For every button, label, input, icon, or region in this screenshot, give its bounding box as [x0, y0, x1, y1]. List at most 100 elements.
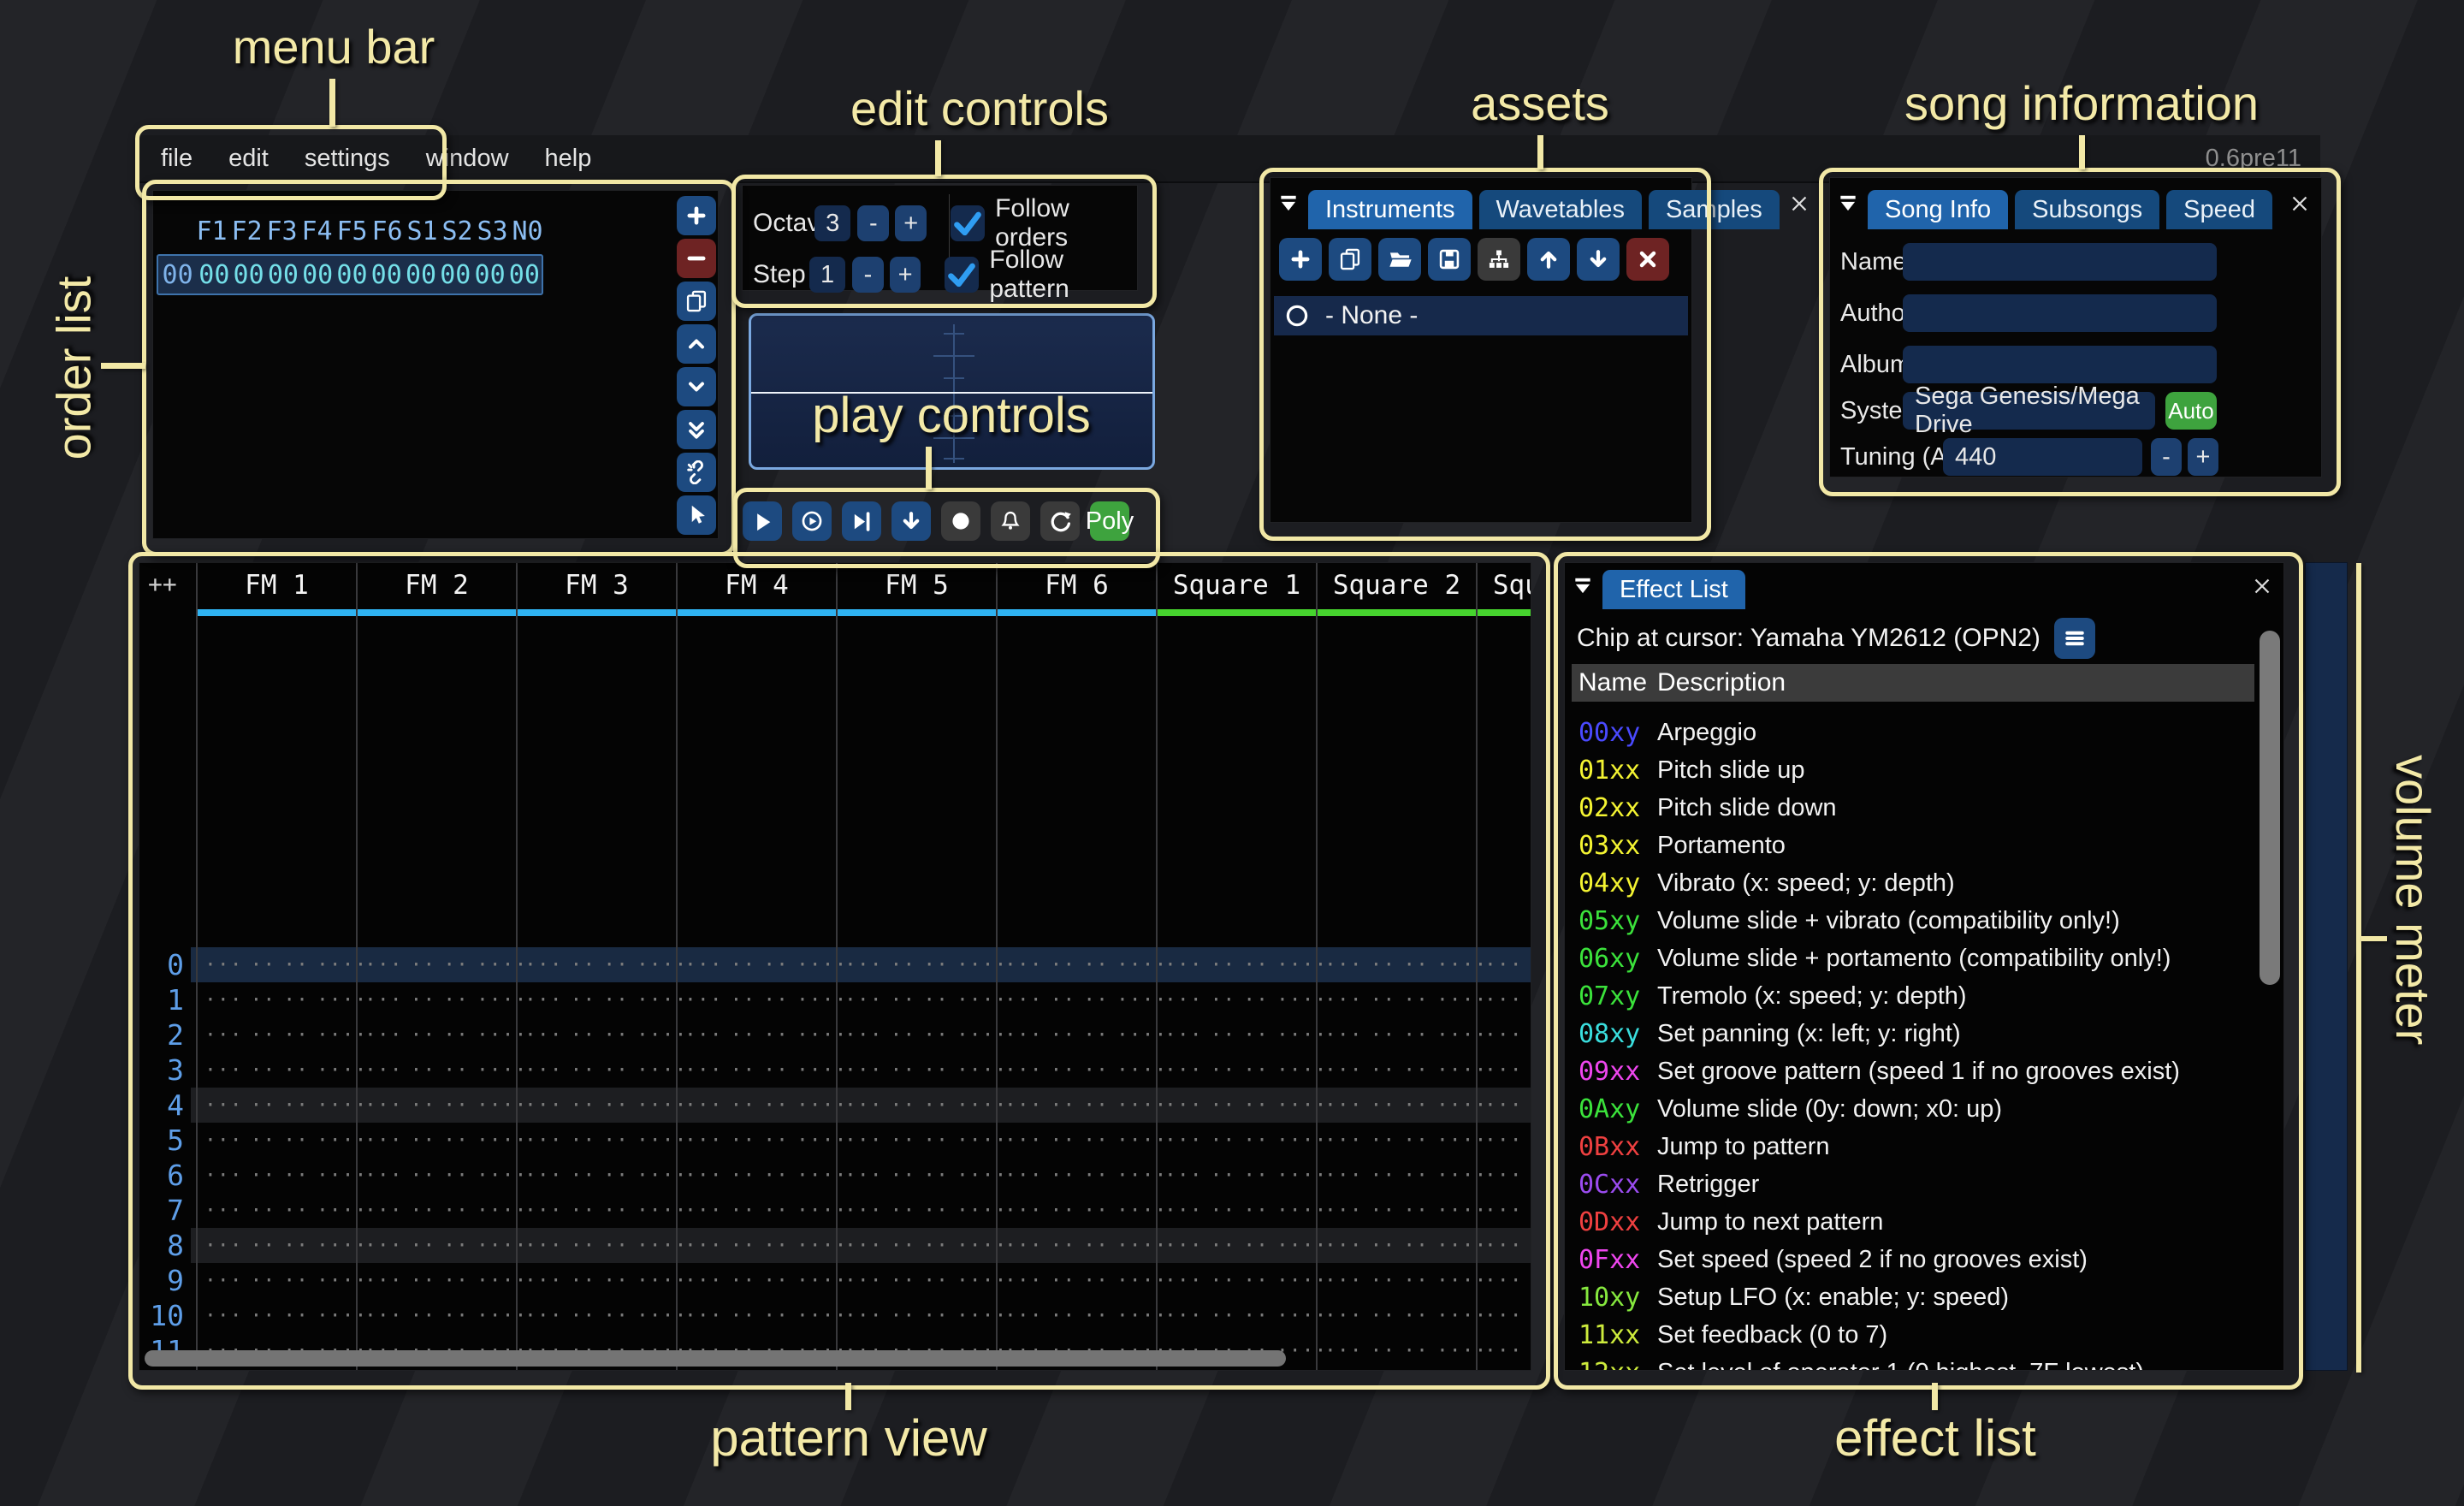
- save-asset-button[interactable]: [1428, 238, 1471, 281]
- author-input[interactable]: [1903, 294, 2217, 332]
- collapse-icon[interactable]: [1277, 193, 1300, 215]
- order-cell[interactable]: 00: [370, 260, 404, 290]
- repeat-icon: [1048, 509, 1072, 533]
- repeat-pattern-button[interactable]: [1040, 501, 1080, 541]
- name-input[interactable]: [1903, 243, 2217, 281]
- order-cell[interactable]: 00: [266, 260, 300, 290]
- order-cell[interactable]: 00: [197, 260, 231, 290]
- menu-item-edit[interactable]: edit: [228, 145, 269, 173]
- menu-item-settings[interactable]: settings: [305, 145, 390, 173]
- order-cell[interactable]: 00: [300, 260, 335, 290]
- play-circle-icon: [800, 509, 824, 533]
- xmark-icon: [1636, 247, 1660, 271]
- tab-wavetables[interactable]: Wavetables: [1479, 190, 1642, 229]
- close-icon[interactable]: [2287, 191, 2313, 216]
- open-asset-button[interactable]: [1378, 238, 1421, 281]
- step-minus-button[interactable]: -: [852, 257, 884, 293]
- pattern-options-corner[interactable]: ++: [148, 570, 177, 598]
- close-icon[interactable]: [1786, 191, 1812, 216]
- album-input[interactable]: [1903, 346, 2217, 383]
- follow-orders-checkbox[interactable]: [951, 205, 985, 241]
- delete-asset-button[interactable]: [1626, 238, 1669, 281]
- channel-header-fm-1[interactable]: FM 1: [196, 563, 356, 1371]
- effect-list-scrollbar[interactable]: [2260, 631, 2280, 985]
- tab-subsongs[interactable]: Subsongs: [2015, 190, 2159, 229]
- poly-button[interactable]: Poly: [1090, 501, 1129, 541]
- channel-header-fm-5[interactable]: FM 5: [836, 563, 996, 1371]
- tuning-input[interactable]: 440: [1943, 438, 2142, 476]
- menu-item-file[interactable]: file: [161, 145, 192, 173]
- tab-speed[interactable]: Speed: [2166, 190, 2272, 229]
- order-cell[interactable]: 00: [438, 260, 472, 290]
- deep-clone-order-button[interactable]: [677, 453, 716, 492]
- pattern-horizontal-scrollbar[interactable]: [145, 1350, 1286, 1367]
- effect-code: 11xx: [1578, 1320, 1650, 1350]
- play-from-cursor-button[interactable]: [842, 501, 881, 541]
- step-value[interactable]: 1: [809, 257, 845, 293]
- move-asset-down-button[interactable]: [1577, 238, 1620, 281]
- play-button[interactable]: [743, 501, 782, 541]
- channel-header-square-2[interactable]: Square 2: [1316, 563, 1476, 1371]
- follow-pattern-checkbox[interactable]: [945, 257, 979, 293]
- octave-minus-button[interactable]: -: [857, 205, 889, 241]
- octave-value[interactable]: 3: [814, 205, 850, 241]
- system-auto-button[interactable]: Auto: [2165, 392, 2217, 430]
- duplicate-asset-button[interactable]: [1329, 238, 1371, 281]
- play-pattern-button[interactable]: [792, 501, 832, 541]
- order-edit-mode-button[interactable]: [677, 495, 716, 535]
- menu-items: file edit settings window help: [139, 145, 591, 173]
- connector-edit-controls: [935, 140, 941, 176]
- order-cell[interactable]: 00: [507, 260, 542, 290]
- step-plus-button[interactable]: +: [890, 257, 921, 293]
- stop-button[interactable]: [941, 501, 980, 541]
- move-order-down-button[interactable]: [677, 367, 716, 406]
- duplicate-to-end-button[interactable]: [677, 410, 716, 449]
- tuning-plus-button[interactable]: +: [2188, 438, 2218, 476]
- system-select[interactable]: Sega Genesis/Mega Drive: [1903, 392, 2155, 430]
- channel-header-square-1[interactable]: Square 1: [1156, 563, 1316, 1371]
- furnace-tracker-screenshot: fileeditsettingswindowhelp 0.6pre11 F1F2…: [0, 0, 2464, 1506]
- menu-item-help[interactable]: help: [545, 145, 592, 173]
- arrow-up-icon: [1537, 247, 1561, 271]
- channel-header-fm-4[interactable]: FM 4: [676, 563, 836, 1371]
- menu-item-window[interactable]: window: [426, 145, 509, 173]
- order-cell[interactable]: 00: [404, 260, 438, 290]
- channel-header-square-3[interactable]: Square 3: [1476, 563, 1531, 1371]
- tuning-minus-button[interactable]: -: [2151, 438, 2182, 476]
- add-order-button[interactable]: [677, 196, 716, 235]
- tab-effect-list[interactable]: Effect List: [1602, 570, 1745, 609]
- order-cell[interactable]: 00: [472, 260, 506, 290]
- channel-activity-bar: [838, 609, 996, 616]
- effect-row-0fxx: 0FxxSet speed (speed 2 if no grooves exi…: [1572, 1241, 2277, 1278]
- collapse-icon[interactable]: [1837, 193, 1859, 215]
- floppy-icon: [1437, 247, 1461, 271]
- effect-list-tabbar: Effect List: [1565, 563, 2283, 609]
- order-cell[interactable]: 00: [335, 260, 369, 290]
- tab-song-info[interactable]: Song Info: [1868, 190, 2008, 229]
- channel-header-fm-3[interactable]: FM 3: [516, 563, 676, 1371]
- octave-plus-button[interactable]: +: [895, 205, 927, 241]
- remove-order-button[interactable]: [677, 239, 716, 278]
- collapse-icon[interactable]: [1572, 575, 1594, 597]
- instrument-list-item[interactable]: - None -: [1274, 296, 1688, 335]
- add-asset-button[interactable]: [1279, 238, 1322, 281]
- channel-header-fm-2[interactable]: FM 2: [356, 563, 516, 1371]
- step-one-row-button[interactable]: [891, 501, 931, 541]
- move-asset-up-button[interactable]: [1527, 238, 1570, 281]
- asset-directories-button[interactable]: [1478, 238, 1520, 281]
- metronome-button[interactable]: [991, 501, 1030, 541]
- duplicate-order-button[interactable]: [677, 282, 716, 321]
- pattern-row-number: 8: [139, 1228, 184, 1263]
- channel-name: FM 6: [998, 570, 1156, 601]
- play-to-bar-icon: [850, 509, 874, 533]
- channel-header-fm-6[interactable]: FM 6: [996, 563, 1156, 1371]
- close-icon[interactable]: [2249, 573, 2275, 599]
- effect-list-menu-button[interactable]: [2054, 618, 2095, 659]
- tab-samples[interactable]: Samples: [1649, 190, 1780, 229]
- order-row-selected[interactable]: 0000000000000000000000: [157, 254, 543, 295]
- oscilloscope-tick: [933, 355, 974, 357]
- order-cell[interactable]: 00: [231, 260, 265, 290]
- tab-instruments[interactable]: Instruments: [1308, 190, 1472, 229]
- pattern-row-number: 9: [139, 1263, 184, 1298]
- move-order-up-button[interactable]: [677, 324, 716, 364]
